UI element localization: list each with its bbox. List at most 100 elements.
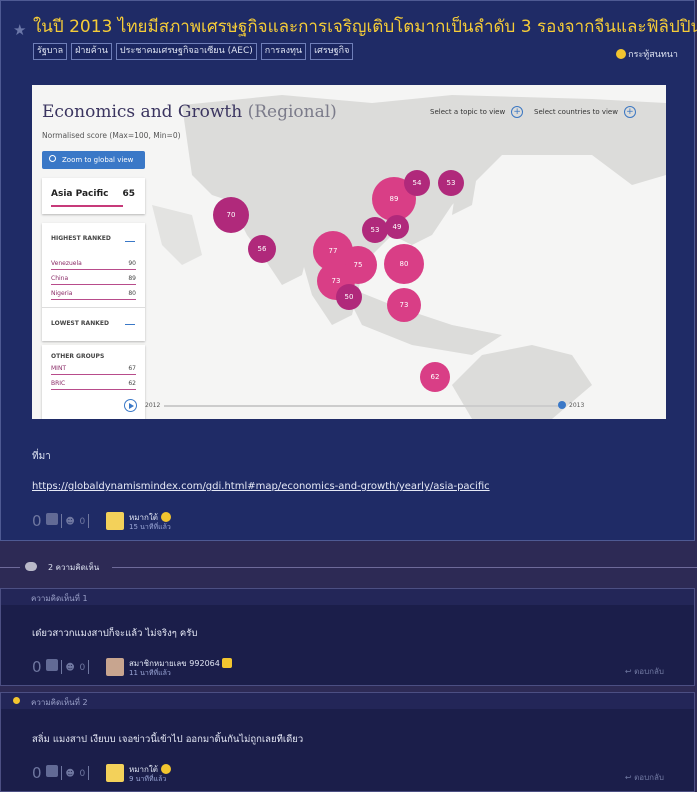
- divider: [88, 514, 90, 528]
- badge-icon: [222, 658, 233, 668]
- plus-icon[interactable]: +: [623, 106, 636, 118]
- map-bubble[interactable]: 56: [248, 235, 276, 263]
- map-bubble[interactable]: 49: [385, 215, 409, 239]
- ranking-card: HIGHEST RANKED Venezuela 90 China 89 Niger…: [42, 223, 145, 341]
- map-title-text: Economics and Growth: [42, 102, 243, 122]
- map-bubble[interactable]: 54: [404, 170, 430, 196]
- comments-icon: [25, 562, 37, 571]
- embedded-map-image: Economics and Growth (Regional) Normalis…: [32, 85, 666, 419]
- ranked-item[interactable]: Nigeria 80: [51, 290, 136, 300]
- map-bubble[interactable]: 73: [387, 288, 421, 322]
- region-name: Asia Pacific: [51, 189, 109, 199]
- vote-control[interactable]: 0 ☻ 0: [32, 764, 92, 782]
- map-bubble[interactable]: 53: [438, 170, 464, 196]
- vote-control[interactable]: 0 ☻ 0: [32, 658, 92, 676]
- emotion-count: 0: [79, 663, 86, 673]
- smiley-icon: [616, 49, 627, 59]
- emotion-icon[interactable]: ☻: [65, 517, 74, 527]
- ranked-item-score: 90: [128, 260, 136, 267]
- timeline-handle[interactable]: [558, 401, 566, 409]
- source-link[interactable]: https://globaldynamismindex.com/gdi.html…: [32, 481, 490, 492]
- map-bubble[interactable]: 62: [420, 362, 450, 392]
- select-countries-label: Select countries to view: [534, 108, 618, 116]
- other-groups-heading: OTHER GROUPS: [51, 353, 105, 360]
- select-countries[interactable]: Select countries to view +: [534, 106, 636, 118]
- zoom-global-button[interactable]: Zoom to global view: [42, 151, 145, 169]
- vote-count: 0: [32, 764, 42, 782]
- post-time: 11 นาทีที่แล้ว: [129, 669, 171, 677]
- author-text: หมากใต้: [129, 513, 158, 522]
- reply-icon: ↩: [624, 667, 632, 676]
- divider: [61, 514, 63, 528]
- reply-label: ตอบกลับ: [634, 667, 664, 676]
- forum-label[interactable]: กระทู้สนทนา: [616, 47, 678, 61]
- plus-icon[interactable]: +: [511, 106, 524, 118]
- highest-ranked-heading: HIGHEST RANKED: [51, 235, 111, 242]
- smiley-icon: [160, 764, 171, 774]
- comment-text: สลิ่ม แมงสาป เงียบบ เจอข่าวนี้เข้าไป ออก…: [32, 734, 304, 745]
- post-time: 9 นาทีที่แล้ว: [129, 775, 167, 783]
- tag[interactable]: ฝ่ายค้าน: [71, 43, 112, 60]
- reply-button[interactable]: ↩ ตอบกลับ: [625, 771, 664, 784]
- plus-vote-icon[interactable]: [46, 659, 59, 671]
- author-text: หมากใต้: [129, 765, 158, 774]
- author-text: สมาชิกหมายเลข 992064: [129, 659, 220, 668]
- group-item-score: 67: [128, 365, 136, 372]
- timeline[interactable]: 2012 2013: [124, 399, 584, 413]
- vote-control[interactable]: 0 ☻ 0: [32, 512, 92, 530]
- ranked-item[interactable]: China 89: [51, 275, 136, 285]
- ranked-item-score: 89: [128, 275, 136, 282]
- map-bubble[interactable]: 70: [213, 197, 249, 233]
- group-item-score: 62: [128, 380, 136, 387]
- region-bar: [51, 205, 123, 207]
- avatar[interactable]: [106, 512, 124, 530]
- divider: [61, 660, 63, 674]
- emotion-count: 0: [79, 517, 86, 527]
- ranked-item-name: Nigeria: [51, 290, 73, 297]
- forum-name: กระทู้สนทนา: [628, 50, 678, 60]
- plus-vote-icon[interactable]: [46, 513, 59, 525]
- plus-vote-icon[interactable]: [46, 765, 59, 777]
- select-topic[interactable]: Select a topic to view +: [430, 106, 524, 118]
- map-bubble[interactable]: 80: [384, 244, 424, 284]
- select-topic-label: Select a topic to view: [430, 108, 506, 116]
- timeline-end: 2013: [569, 402, 585, 409]
- smiley-icon: [160, 512, 171, 522]
- tag[interactable]: เศรษฐกิจ: [310, 43, 354, 60]
- comment-panel: ความคิดเห็นที่ 2 สลิ่ม แมงสาป เงียบบ เจอ…: [0, 692, 695, 792]
- comments-bar: 2 ความคิดเห็น: [0, 556, 697, 580]
- bar-chart-icon[interactable]: [125, 316, 135, 325]
- topic-panel: ★ ในปี 2013 ไทยมีสภาพเศรษฐกิจและการเจริญ…: [0, 0, 697, 541]
- avatar[interactable]: [106, 764, 124, 782]
- region-score: 65: [122, 189, 135, 199]
- reply-button[interactable]: ↩ ตอบกลับ: [625, 665, 664, 678]
- group-item-name: MINT: [51, 365, 67, 372]
- play-icon[interactable]: [124, 399, 137, 412]
- comment-number: ความคิดเห็นที่ 1: [31, 594, 88, 603]
- star-icon[interactable]: ★: [13, 21, 26, 39]
- timeline-track[interactable]: [164, 405, 564, 407]
- post-time: 15 นาทีที่แล้ว: [129, 523, 171, 531]
- region-card: Asia Pacific 65: [42, 178, 145, 214]
- magnifier-icon: [49, 155, 56, 162]
- divider: [112, 567, 697, 568]
- comment-header: [1, 693, 694, 709]
- group-item[interactable]: MINT 67: [51, 365, 136, 375]
- emotion-icon[interactable]: ☻: [65, 769, 74, 779]
- group-item[interactable]: BRIC 62: [51, 380, 136, 390]
- map-subtitle: Normalised score (Max=100, Min=0): [42, 131, 181, 140]
- crown-icon: [13, 697, 20, 704]
- map-bubble[interactable]: 50: [336, 284, 362, 310]
- bar-chart-icon[interactable]: [125, 233, 135, 242]
- tag[interactable]: รัฐบาล: [33, 43, 68, 60]
- map-bubble[interactable]: 53: [362, 217, 388, 243]
- avatar[interactable]: [106, 658, 124, 676]
- ranked-item[interactable]: Venezuela 90: [51, 260, 136, 270]
- tag[interactable]: การลงทุน: [260, 43, 307, 60]
- lowest-ranked-heading: LOWEST RANKED: [51, 320, 109, 327]
- emotion-icon[interactable]: ☻: [65, 663, 74, 673]
- reply-label: ตอบกลับ: [634, 773, 664, 782]
- divider: [88, 660, 90, 674]
- ranked-item-score: 80: [128, 290, 136, 297]
- tag[interactable]: ประชาคมเศรษฐกิจอาเซียน (AEC): [115, 43, 257, 60]
